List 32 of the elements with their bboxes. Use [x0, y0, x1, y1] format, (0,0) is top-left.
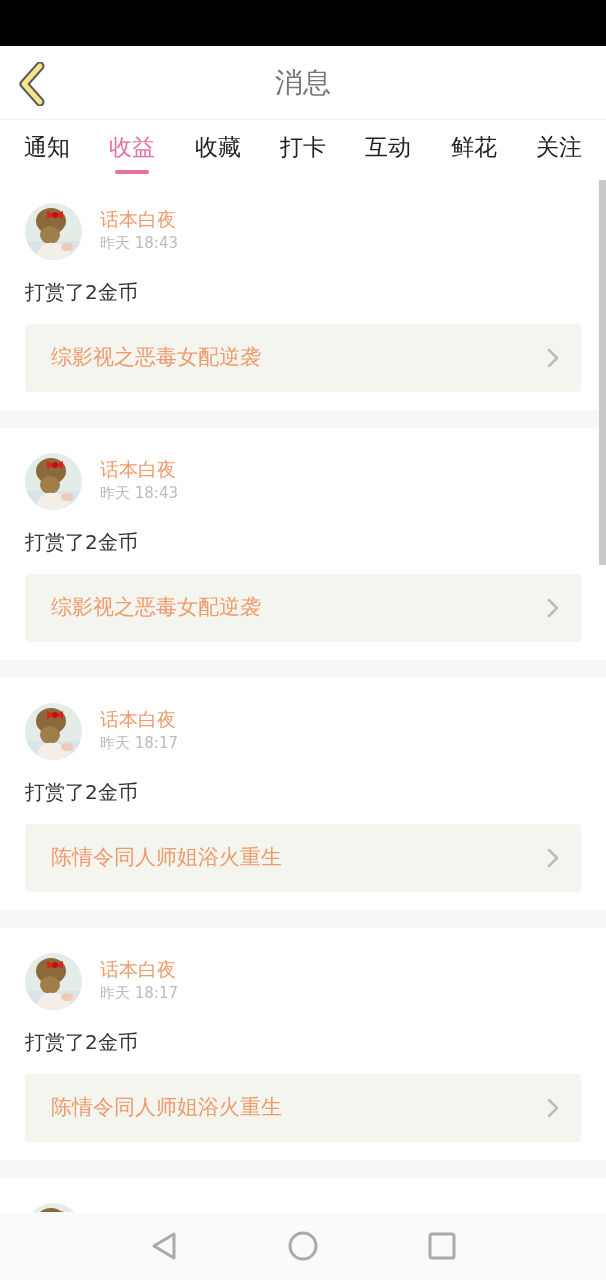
book-link[interactable]: 陈情令同人师姐浴火重生	[25, 1074, 581, 1142]
timestamp: 昨天 18:17	[100, 733, 178, 754]
message-text: 打赏了2金币	[25, 1029, 139, 1056]
back-icon[interactable]	[150, 1231, 178, 1261]
timestamp: 昨天 18:17	[100, 983, 178, 1004]
home-icon[interactable]	[288, 1231, 318, 1261]
book-link[interactable]: 陈情令同人师姐浴火重生	[25, 824, 581, 892]
tab[interactable]: 收益	[109, 130, 156, 174]
message-text: 打赏了2金币	[25, 779, 139, 806]
tab[interactable]: 鲜花	[450, 130, 497, 174]
user-name[interactable]: 话本白夜	[100, 706, 178, 732]
chevron-right-icon	[547, 598, 559, 618]
user-name[interactable]: 话本白夜	[100, 206, 178, 232]
page-title: 消息	[275, 64, 331, 101]
book-link[interactable]: 综影视之恶毒女配逆袭	[25, 574, 581, 642]
tab[interactable]: 关注	[535, 130, 582, 174]
chevron-right-icon	[547, 348, 559, 368]
timestamp: 昨天 18:43	[100, 233, 178, 254]
tab[interactable]: 收藏	[194, 130, 241, 174]
chevron-right-icon	[547, 1098, 559, 1118]
timestamp: 昨天 18:43	[100, 483, 178, 504]
book-link[interactable]: 综影视之恶毒女配逆袭	[25, 324, 581, 392]
user-name[interactable]: 话本白夜	[100, 456, 178, 482]
chevron-right-icon	[547, 848, 559, 868]
tab[interactable]: 通知	[24, 130, 70, 174]
scrollbar[interactable]	[599, 180, 606, 565]
message-text: 打赏了2金币	[25, 279, 139, 306]
message-text: 打赏了2金币	[25, 529, 139, 556]
recents-icon[interactable]	[428, 1232, 456, 1260]
user-name[interactable]: 话本白夜	[100, 956, 178, 982]
tab[interactable]: 互动	[365, 130, 412, 174]
tab[interactable]: 打卡	[280, 130, 326, 174]
